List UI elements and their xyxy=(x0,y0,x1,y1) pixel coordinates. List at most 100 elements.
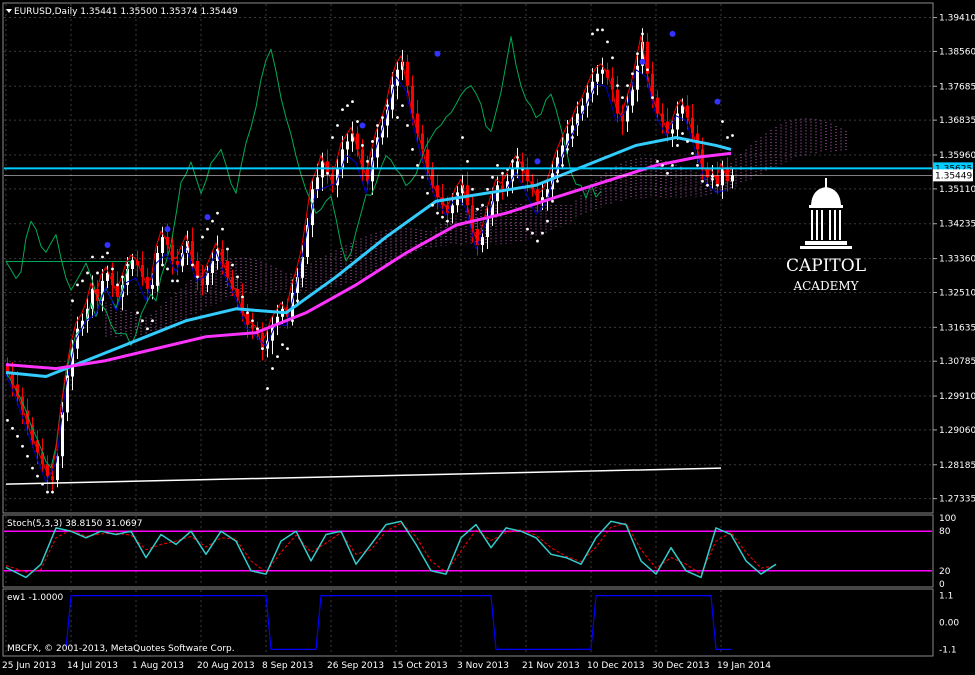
y-tick-label: 1.30785 xyxy=(939,357,975,367)
stoch-tick-label: 80 xyxy=(939,527,951,537)
psar-dot xyxy=(421,175,424,179)
psar-dot xyxy=(241,295,244,299)
candle-body xyxy=(481,237,484,246)
psar-dot xyxy=(151,319,154,323)
psar-dot xyxy=(561,163,564,167)
psar-dot xyxy=(101,255,104,259)
y-tick-label: 1.34235 xyxy=(939,220,975,230)
x-tick-label: 3 Nov 2013 xyxy=(457,661,509,671)
ew-tick-label: -1.1 xyxy=(939,645,957,655)
psar-dot xyxy=(131,259,134,263)
psar-dot xyxy=(96,271,99,275)
psar-dot xyxy=(11,426,14,430)
psar-dot xyxy=(646,68,649,72)
psar-dot xyxy=(311,199,314,203)
psar-dot xyxy=(571,136,574,139)
psar-dot xyxy=(81,279,84,283)
y-tick-label: 1.39410 xyxy=(939,14,975,24)
psar-dot xyxy=(721,120,724,123)
candle-body xyxy=(601,69,604,74)
psar-dot xyxy=(16,434,19,438)
psar-dot xyxy=(601,28,604,32)
psar-dot xyxy=(616,84,619,88)
psar-dot xyxy=(666,171,669,175)
psar-dot xyxy=(636,52,639,56)
y-tick-label: 1.29060 xyxy=(939,426,975,436)
psar-dot xyxy=(631,72,634,76)
psar-dot xyxy=(356,120,359,123)
psar-dot xyxy=(206,227,209,231)
x-tick-label: 21 Nov 2013 xyxy=(522,661,580,671)
psar-dot xyxy=(276,355,279,359)
x-tick-label: 14 Jul 2013 xyxy=(67,661,118,671)
ew-tick-label: 1.1 xyxy=(939,592,953,602)
psar-dot xyxy=(586,92,589,96)
psar-dot xyxy=(361,144,364,147)
y-tick-label: 1.28185 xyxy=(939,461,975,471)
psar-dot xyxy=(191,263,194,267)
psar-dot xyxy=(481,203,484,207)
psar-dot xyxy=(441,215,444,219)
psar-dot xyxy=(66,375,69,378)
psar-dot xyxy=(146,327,149,331)
fractal-marker xyxy=(164,226,171,233)
candle-body xyxy=(161,237,164,254)
psar-dot xyxy=(701,179,704,183)
psar-dot xyxy=(396,116,399,119)
psar-dot xyxy=(611,56,614,60)
candle-body xyxy=(721,169,724,186)
x-tick-label: 15 Oct 2013 xyxy=(392,661,448,671)
trading-chart[interactable]: 1.356251.35449 1.394101.385601.376851.36… xyxy=(0,0,975,675)
candle-body xyxy=(156,253,159,285)
candle-body xyxy=(731,175,734,182)
psar-dot xyxy=(46,490,49,494)
psar-dot xyxy=(251,319,254,323)
price-label-text: 1.35449 xyxy=(935,171,972,181)
psar-dot xyxy=(476,207,479,211)
fractal-marker xyxy=(669,30,676,37)
y-tick-label: 1.27335 xyxy=(939,495,975,505)
psar-dot xyxy=(171,279,174,283)
candle-body xyxy=(671,129,674,134)
y-tick-label: 1.31635 xyxy=(939,323,975,333)
psar-dot xyxy=(216,211,219,215)
y-tick-label: 1.29910 xyxy=(939,392,975,402)
fractal-marker xyxy=(204,214,211,221)
candle-body xyxy=(346,141,349,150)
psar-dot xyxy=(716,183,719,187)
psar-dot xyxy=(526,227,529,231)
psar-dot xyxy=(541,231,544,235)
psar-dot xyxy=(341,108,344,111)
psar-dot xyxy=(416,163,419,167)
psar-dot xyxy=(271,367,274,370)
psar-dot xyxy=(71,299,74,303)
psar-dot xyxy=(306,239,309,243)
psar-dot xyxy=(431,203,434,207)
psar-dot xyxy=(176,279,179,283)
psar-dot xyxy=(596,28,599,32)
copyright-text: MBCFX, © 2001-2013, MetaQuotes Software … xyxy=(7,644,235,654)
psar-dot xyxy=(691,152,694,155)
price-axis: 1.39410 1.38560 1.37685 1.36835 1.35960 1.351… xyxy=(933,14,975,655)
candle-body xyxy=(501,185,504,190)
psar-dot xyxy=(256,327,259,331)
psar-dot xyxy=(606,40,609,44)
psar-dot xyxy=(36,474,39,478)
psar-dot xyxy=(446,219,449,223)
y-tick-label: 1.32510 xyxy=(939,288,975,298)
psar-dot xyxy=(121,275,124,279)
psar-dot xyxy=(726,136,729,139)
psar-dot xyxy=(551,199,554,203)
stoch-tick-label: 100 xyxy=(939,514,956,524)
psar-dot xyxy=(451,207,454,211)
psar-dot xyxy=(591,32,594,36)
psar-dot xyxy=(531,231,534,235)
psar-dot xyxy=(671,163,674,167)
y-tick-label: 1.36835 xyxy=(939,116,975,126)
psar-dot xyxy=(436,211,439,215)
psar-dot xyxy=(576,120,579,123)
x-tick-label: 1 Aug 2013 xyxy=(132,661,184,671)
psar-dot xyxy=(6,418,9,422)
psar-dot xyxy=(296,299,299,303)
psar-dot xyxy=(331,136,334,139)
